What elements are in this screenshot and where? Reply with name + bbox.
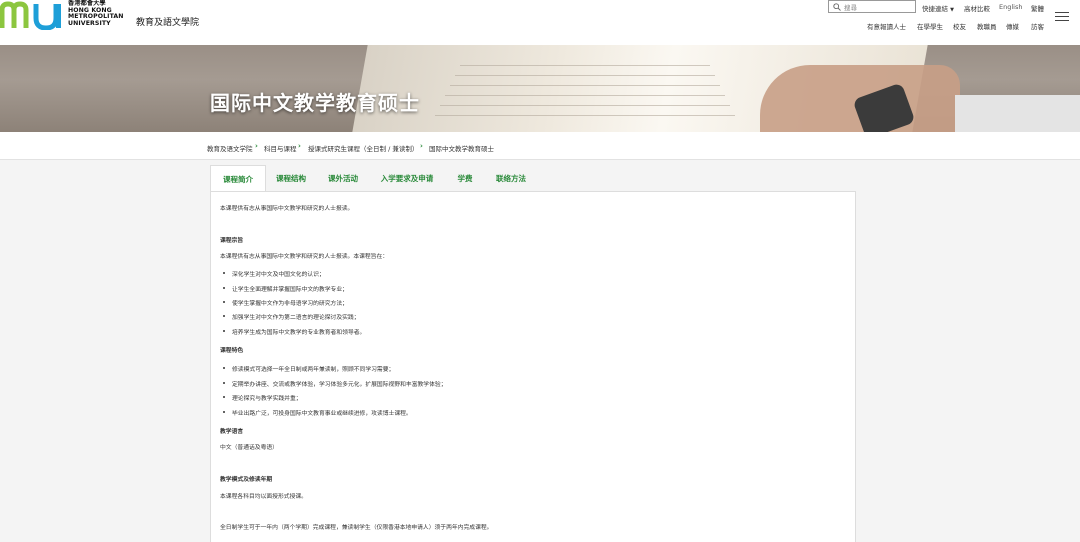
language-text: 中文（普通话及粤语） xyxy=(220,445,278,451)
logo-text: 香港都會大學 HONG KONG METROPOLITAN UNIVERSITY xyxy=(68,0,124,27)
chevron-right-icon: › xyxy=(298,142,301,150)
subnav-prospective[interactable]: 有意報讀人士 xyxy=(867,21,906,31)
list-item: 培养学生成为国际中文教学的专业教育者和领导者。 xyxy=(222,327,365,336)
list-item: 使学生掌握中文作为非母语学习的研究方法； xyxy=(223,298,348,307)
chevron-right-icon: › xyxy=(420,142,423,150)
search-placeholder: 搜尋 xyxy=(844,4,857,12)
list-item: 定期举办讲座、交流或教学体验，学习体验多元化，扩展国际视野和丰富教学体验； xyxy=(223,379,447,388)
subnav-visitors[interactable]: 訪客 xyxy=(1031,21,1044,31)
alumni-link[interactable]: 高材比較 xyxy=(964,3,990,13)
menu-icon[interactable] xyxy=(1055,12,1069,24)
list-item: 深化学生对中文及中国文化的认识； xyxy=(223,269,325,278)
breadcrumb-item[interactable]: 授课式研究生课程（全日制 / 兼读制） xyxy=(308,143,418,153)
list-item: 修读模式可选择一年全日制或两年兼读制，照顾不同学习需要； xyxy=(222,364,394,373)
list-item: 加强学生对中文作为第二语言的理论探讨及实践； xyxy=(223,312,360,321)
search-input[interactable]: 搜尋 xyxy=(828,0,916,13)
site-header: 香港都會大學 HONG KONG METROPOLITAN UNIVERSITY… xyxy=(0,0,1080,45)
content-panel: 本课程供有志从事国际中文教学和研究的人士报读。 课程宗旨 本课程供有志从事国际中… xyxy=(210,191,856,542)
mode-text: 本课程各科目均以面授形式授课。 xyxy=(220,494,307,500)
hero-banner: 国际中文教学教育硕士 xyxy=(0,45,1080,132)
tab-contact[interactable]: 联络方法 xyxy=(490,165,532,192)
list-item: 毕业出路广泛，可投身国际中文教育事业或继续进修，攻读博士课程。 xyxy=(223,408,412,417)
traditional-chinese-link[interactable]: 繁體 xyxy=(1031,3,1044,13)
page-title: 国际中文教学教育硕士 xyxy=(210,91,420,115)
quick-links-label: 快捷連結 xyxy=(922,5,948,13)
list-item: 让学生全面理解并掌握国际中文的教学专业； xyxy=(223,284,348,293)
language-heading: 教学语言 xyxy=(220,429,244,435)
banner-device-image xyxy=(955,95,1080,132)
tab-fees[interactable]: 学费 xyxy=(450,165,480,192)
chevron-right-icon: › xyxy=(255,142,258,150)
logo-mark-icon xyxy=(0,1,61,30)
chevron-down-icon: ▼ xyxy=(950,7,954,13)
duration-text: 全日制学生可于一年内（两个学期）完成课程，兼读制学生（仅限香港本地申请人）须于两… xyxy=(220,525,493,531)
intro-text: 本课程供有志从事国际中文教学和研究的人士报读。 xyxy=(220,206,354,212)
subnav-staff[interactable]: 教職員 xyxy=(977,21,997,31)
subnav-alumni[interactable]: 校友 xyxy=(953,21,966,31)
aim-heading: 课程宗旨 xyxy=(220,238,244,244)
subnav-media[interactable]: 傳媒 xyxy=(1006,21,1019,31)
search-icon xyxy=(833,3,841,11)
breadcrumb-item[interactable]: 教育及语文学院 xyxy=(207,143,253,153)
school-name[interactable]: 教育及語文學院 xyxy=(136,15,199,28)
tab-structure[interactable]: 课程结构 xyxy=(270,165,312,192)
subnav-current-students[interactable]: 在學學生 xyxy=(917,21,943,31)
aim-intro: 本课程供有志从事国际中文教学和研究的人士报读。本课程旨在： xyxy=(220,254,389,260)
list-item: 理论探究与教学实践并重； xyxy=(223,393,302,402)
breadcrumb-current: 国际中文教学教育硕士 xyxy=(429,145,494,153)
mode-heading: 教学模式及修读年期 xyxy=(220,477,273,483)
tab-admission[interactable]: 入学要求及申请 xyxy=(376,165,438,192)
quick-links-dropdown[interactable]: 快捷連結 ▼ xyxy=(922,3,954,13)
feature-heading: 课程特色 xyxy=(220,348,244,354)
english-link[interactable]: English xyxy=(999,3,1022,11)
tab-activities[interactable]: 课外活动 xyxy=(322,165,364,192)
tab-overview[interactable]: 课程简介 xyxy=(210,165,266,193)
breadcrumb: 教育及语文学院 › 科目与课程 › 授课式研究生课程（全日制 / 兼读制） › … xyxy=(0,132,1080,160)
breadcrumb-item[interactable]: 科目与课程 xyxy=(264,143,297,153)
